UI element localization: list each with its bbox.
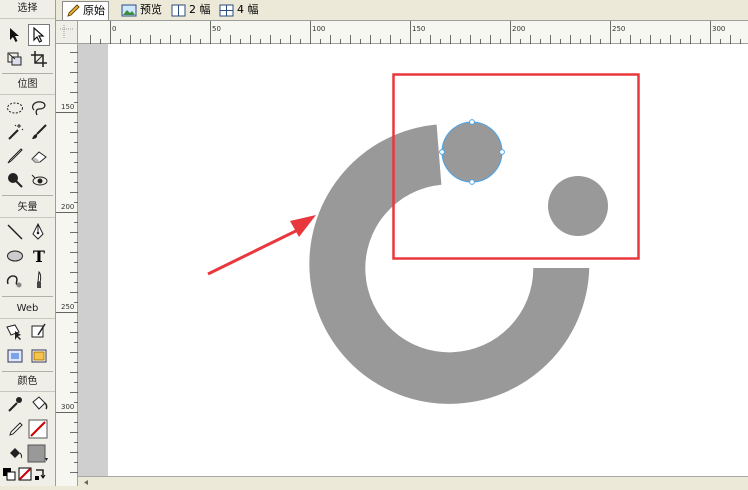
tools-header-colors: 颜色 [0, 373, 55, 392]
eraser-icon[interactable] [28, 145, 50, 167]
vertical-ruler-ticks: 150 200 250 300 [56, 52, 78, 473]
ruler-label: 250 [612, 25, 625, 33]
stroke-swatch[interactable] [27, 418, 49, 440]
show-slices-icon[interactable] [28, 345, 50, 367]
selection-handle[interactable] [499, 149, 505, 155]
tools-divider [2, 296, 53, 297]
selected-circle[interactable] [441, 121, 503, 183]
tools-header-bitmap: 位图 [0, 76, 55, 95]
pencil-icon[interactable] [4, 145, 26, 167]
tools-divider [2, 371, 53, 372]
ruler-origin[interactable] [56, 21, 78, 44]
horizontal-scrollbar[interactable] [78, 476, 748, 486]
freeform-icon[interactable] [4, 269, 26, 291]
vertical-ruler[interactable]: 150 200 250 300 [56, 44, 78, 486]
ruler-label: 200 [61, 203, 74, 211]
pencil-icon [67, 4, 80, 17]
ruler-label: 150 [61, 103, 74, 111]
tab-original-label: 原始 [83, 4, 105, 17]
tab-preview-label: 预览 [140, 3, 162, 16]
selection-handle[interactable] [469, 119, 475, 125]
no-stroke-icon[interactable] [17, 465, 33, 483]
crop-icon[interactable] [28, 48, 50, 70]
horizontal-ruler[interactable]: 0 50 100 150 200 250 300 [78, 21, 748, 44]
pasteboard [78, 44, 108, 476]
tab-preview[interactable]: 预览 [118, 1, 165, 19]
eyedropper-icon[interactable] [4, 393, 26, 415]
circle-shape[interactable] [548, 176, 608, 236]
two-up-icon [171, 4, 186, 16]
tab-original[interactable]: 原始 [62, 1, 109, 20]
pen-icon[interactable] [28, 221, 50, 243]
ruler-label: 300 [712, 25, 725, 33]
document-view-tabs: 原始 预览 2 幅 4 幅 [56, 0, 748, 21]
annotation-arrow [207, 215, 316, 276]
magic-wand-icon[interactable] [4, 121, 26, 143]
tab-two-up-label: 2 幅 [189, 3, 211, 16]
subselect-arrow-icon[interactable] [28, 24, 50, 46]
tools-divider [2, 195, 53, 196]
fill-swatch[interactable] [26, 443, 50, 465]
marquee-icon[interactable] [4, 97, 26, 119]
tools-header-web: Web [0, 300, 55, 319]
stroke-color-icon[interactable] [4, 418, 26, 440]
preview-icon [121, 4, 137, 16]
hide-slices-icon[interactable] [4, 345, 26, 367]
red-eye-icon[interactable] [28, 169, 50, 191]
line-icon[interactable] [4, 221, 26, 243]
ruler-label: 0 [112, 25, 116, 33]
swap-colors-icon[interactable] [33, 465, 49, 483]
tab-two-up[interactable]: 2 幅 [168, 1, 214, 19]
fill-color-icon[interactable] [4, 443, 26, 465]
knife-icon[interactable] [28, 269, 50, 291]
ruler-label: 100 [312, 25, 325, 33]
ruler-label: 200 [512, 25, 525, 33]
tools-header-select: 选择 [0, 0, 55, 19]
ruler-label: 50 [212, 25, 221, 33]
document-canvas[interactable] [108, 44, 748, 476]
horizontal-ruler-ticks: 0 50 100 150 200 250 300 [90, 21, 741, 44]
four-up-icon [219, 4, 234, 16]
selection-handle[interactable] [439, 149, 445, 155]
selection-handle[interactable] [469, 179, 475, 185]
tools-divider [2, 73, 53, 74]
blur-icon[interactable] [4, 169, 26, 191]
tools-header-vector: 矢量 [0, 199, 55, 218]
slice-icon[interactable] [28, 321, 50, 343]
paint-bucket-icon[interactable] [28, 393, 50, 415]
hotspot-icon[interactable] [4, 321, 26, 343]
ruler-label: 250 [61, 303, 74, 311]
tab-four-up[interactable]: 4 幅 [216, 1, 262, 19]
pointer-arrow-icon[interactable] [4, 24, 26, 46]
default-colors-icon[interactable] [1, 465, 17, 483]
ruler-label: 300 [61, 403, 74, 411]
text-icon[interactable]: T [28, 245, 50, 267]
ellipse-icon[interactable] [4, 245, 26, 267]
brush-icon[interactable] [28, 121, 50, 143]
lasso-icon[interactable] [28, 97, 50, 119]
ruler-label: 150 [412, 25, 425, 33]
tools-panel: 选择 位图 矢量 T Web 颜色 [0, 0, 56, 486]
scale-icon[interactable] [4, 48, 26, 70]
tab-four-up-label: 4 幅 [237, 3, 259, 16]
